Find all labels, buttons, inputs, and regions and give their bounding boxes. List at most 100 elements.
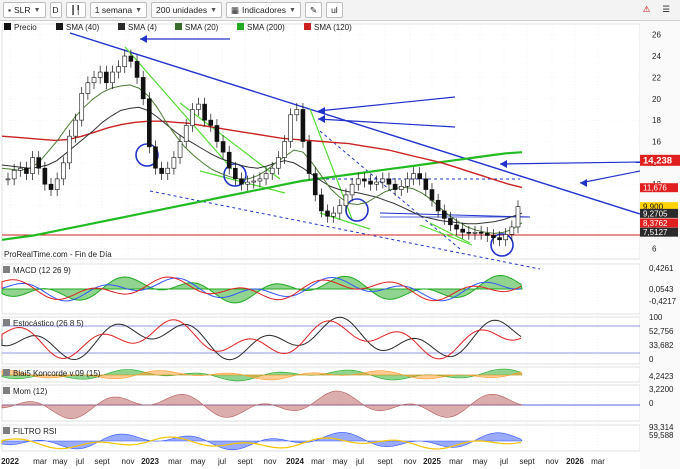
candle-body — [515, 206, 521, 228]
x-tick-label: 2023 — [141, 457, 159, 466]
x-tick-label: jul — [75, 457, 84, 466]
x-tick-label: may — [472, 457, 487, 466]
candle-body — [398, 186, 404, 190]
candle-body — [355, 178, 361, 185]
candle-body — [454, 224, 459, 230]
candle-body — [362, 178, 367, 182]
candle-body — [343, 194, 349, 206]
chart-area[interactable]: 2022 mar may jul sept nov 2023 mar may jul sept nov… — [0, 21, 680, 469]
candle-body — [503, 234, 509, 241]
candle-body — [263, 173, 269, 180]
units-selector[interactable]: 200 unidades ▼ — [151, 2, 223, 18]
panel-tick-label: 0 — [649, 399, 654, 408]
price-tick-label: 20 — [652, 95, 661, 104]
indicators-button[interactable]: ▦ Indicadores ▼ — [226, 2, 301, 18]
x-tick-label: jul — [355, 457, 364, 466]
panel-label: Blai5 Koncorde v.09 (15) — [13, 369, 101, 378]
candle-body — [491, 235, 496, 238]
candle-body — [48, 183, 54, 190]
candle-body — [319, 194, 324, 212]
legend-label: SMA (200) — [247, 23, 285, 32]
panel-tick-label: 3,2200 — [649, 385, 674, 394]
candle-body — [122, 55, 128, 68]
candle-body — [196, 103, 201, 110]
toolbar-pencil-button[interactable]: ✎ — [304, 2, 323, 18]
price-tick-label: 16 — [652, 138, 661, 147]
x-tick-label: sept — [237, 457, 253, 466]
legend-swatch — [118, 23, 125, 30]
panel-color-swatch — [3, 369, 10, 376]
panel-tick-label: 33,682 — [649, 341, 674, 350]
candle-body — [411, 173, 416, 180]
candle-body — [368, 180, 373, 185]
candle-body — [177, 141, 183, 158]
candle-body — [349, 183, 355, 196]
x-tick-label: 2024 — [286, 457, 304, 466]
candle-body — [257, 178, 263, 182]
candle-body — [91, 77, 97, 84]
candle-body — [30, 157, 35, 174]
candle-body — [165, 167, 171, 174]
candle-body — [374, 181, 379, 185]
candle-body — [36, 157, 42, 169]
candle-body — [484, 233, 490, 236]
candle-body — [331, 212, 336, 217]
x-tick-label: mar — [591, 457, 605, 466]
legend-swatch — [56, 23, 63, 30]
price-tag-label: 14,238 — [643, 155, 672, 166]
x-tick-label: sept — [94, 457, 110, 466]
x-tick-label: 2022 — [1, 457, 19, 466]
candles-button[interactable]: ┃╿ — [65, 2, 86, 18]
candle-body — [110, 71, 115, 84]
candle-body — [497, 237, 502, 241]
legend-label: Precio — [14, 23, 37, 32]
candle-body — [42, 167, 48, 185]
menu-button[interactable]: ☰ — [658, 2, 674, 16]
panel-tick-label: 59,588 — [649, 431, 674, 440]
x-tick-label: may — [190, 457, 205, 466]
candle-body — [159, 167, 164, 174]
symbol-selector[interactable]: ▪ SLR ▼ — [3, 2, 46, 18]
candle-body — [380, 178, 386, 183]
legend-swatch — [4, 23, 11, 30]
candle-body — [11, 170, 17, 180]
candle-body — [202, 103, 207, 121]
indicator-icon: ▦ — [231, 4, 240, 15]
candle-body — [190, 109, 195, 126]
candle-body — [245, 181, 250, 185]
candle-body — [239, 178, 244, 185]
candle-body — [251, 180, 257, 183]
panel-label: Mom (12) — [13, 387, 48, 396]
source-label: ProRealTime.com - Fin de Día — [4, 250, 112, 259]
x-tick-label: jul — [217, 457, 226, 466]
candle-body — [294, 109, 300, 116]
panel-label: Estocástico (26 8 5) — [13, 319, 84, 328]
menu-icon: ☰ — [662, 3, 670, 14]
d-box-button[interactable]: D — [49, 2, 62, 18]
candle-body — [325, 210, 330, 217]
candle-body — [466, 231, 472, 234]
ul-box-label: ul — [331, 5, 338, 15]
toolbar-box-button[interactable]: ul — [326, 2, 343, 18]
panel-tick-label: 100 — [649, 313, 663, 322]
candle-body — [405, 178, 410, 187]
x-tick-label: may — [52, 457, 67, 466]
period-selector[interactable]: 1 semana ▼ — [89, 2, 148, 18]
candle-body — [183, 125, 189, 142]
x-tick-label: jul — [499, 457, 508, 466]
candle-body — [73, 119, 78, 137]
legend-label: SMA (20) — [185, 23, 219, 32]
candle-body — [282, 141, 287, 158]
candle-body — [429, 189, 435, 201]
x-tick-label: 2025 — [423, 457, 441, 466]
price-tick-label: 26 — [652, 31, 661, 40]
legend-label: SMA (120) — [314, 23, 352, 32]
alert-button[interactable]: ⚠ — [639, 2, 655, 16]
chevron-down-icon: ▼ — [210, 6, 218, 14]
candle-body — [79, 93, 85, 121]
chevron-down-icon: ▼ — [289, 6, 296, 14]
candle-body — [128, 55, 134, 62]
price-tag-label: 7,5127 — [643, 228, 668, 237]
candle-body — [208, 119, 214, 126]
x-tick-label: sept — [519, 457, 535, 466]
